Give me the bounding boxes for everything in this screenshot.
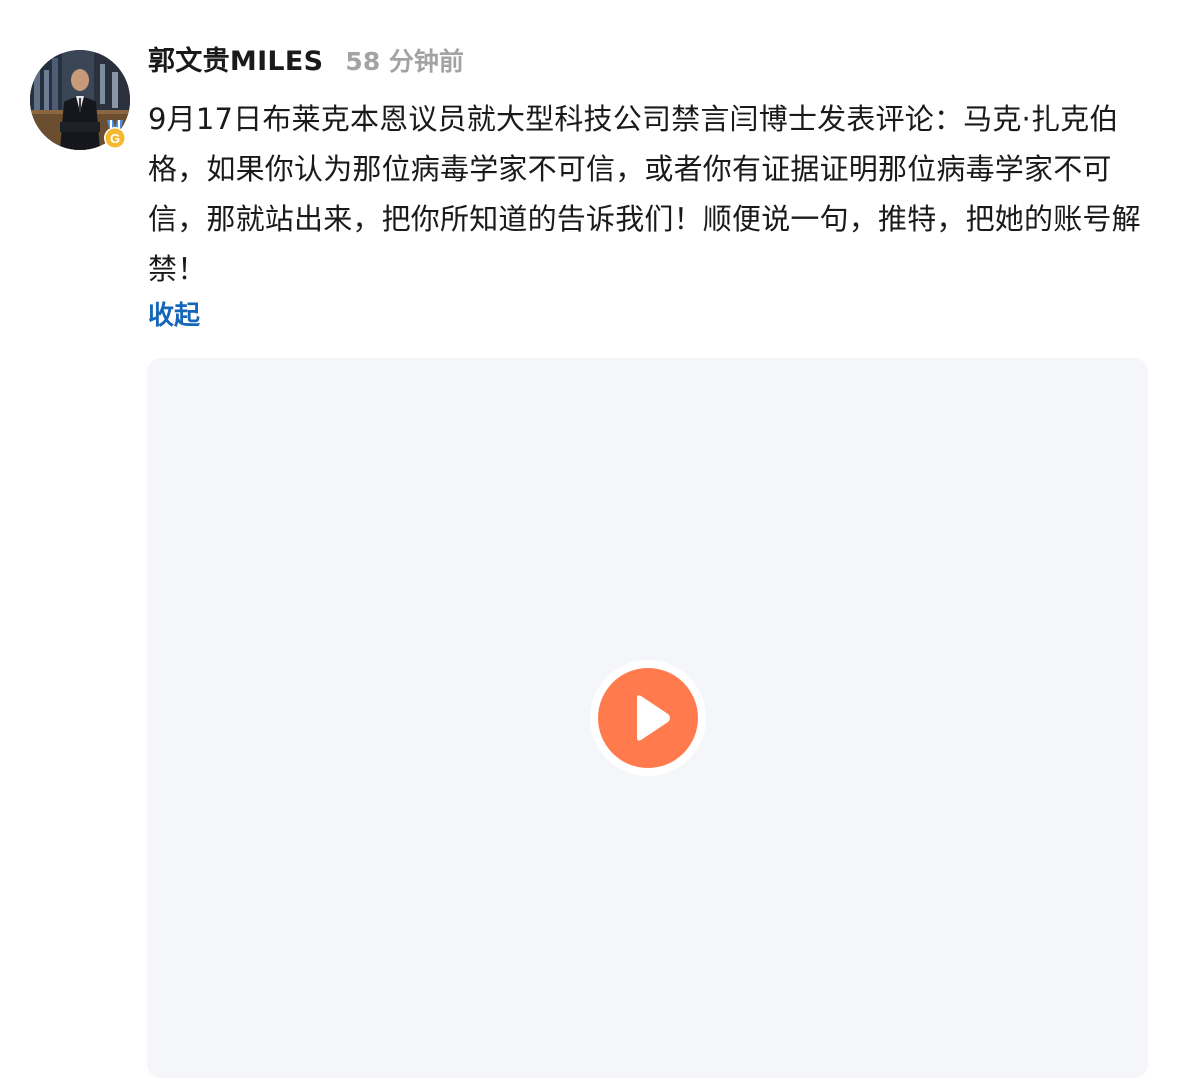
post-content: 郭文贵MILES 58 分钟前 9月17日布莱克本恩议员就大型科技公司禁言闫博士… — [148, 40, 1148, 336]
collapse-link[interactable]: 收起 — [148, 296, 200, 336]
feed-post: G 郭文贵MILES 58 分钟前 9月17日布莱克本恩议员就大型科技公司禁言闫… — [0, 0, 1200, 1078]
post-time: 58 分钟前 — [345, 47, 464, 76]
post-text: 9月17日布莱克本恩议员就大型科技公司禁言闫博士发表评论：马克·扎克伯格，如果你… — [148, 102, 1141, 286]
play-button[interactable] — [590, 660, 706, 776]
avatar-container[interactable]: G — [30, 50, 130, 150]
play-icon — [598, 668, 698, 768]
author-name[interactable]: 郭文贵MILES — [148, 40, 323, 84]
svg-text:G: G — [110, 131, 120, 146]
post-header: 郭文贵MILES 58 分钟前 — [148, 40, 1148, 84]
gold-medal-badge-icon: G — [102, 120, 128, 150]
